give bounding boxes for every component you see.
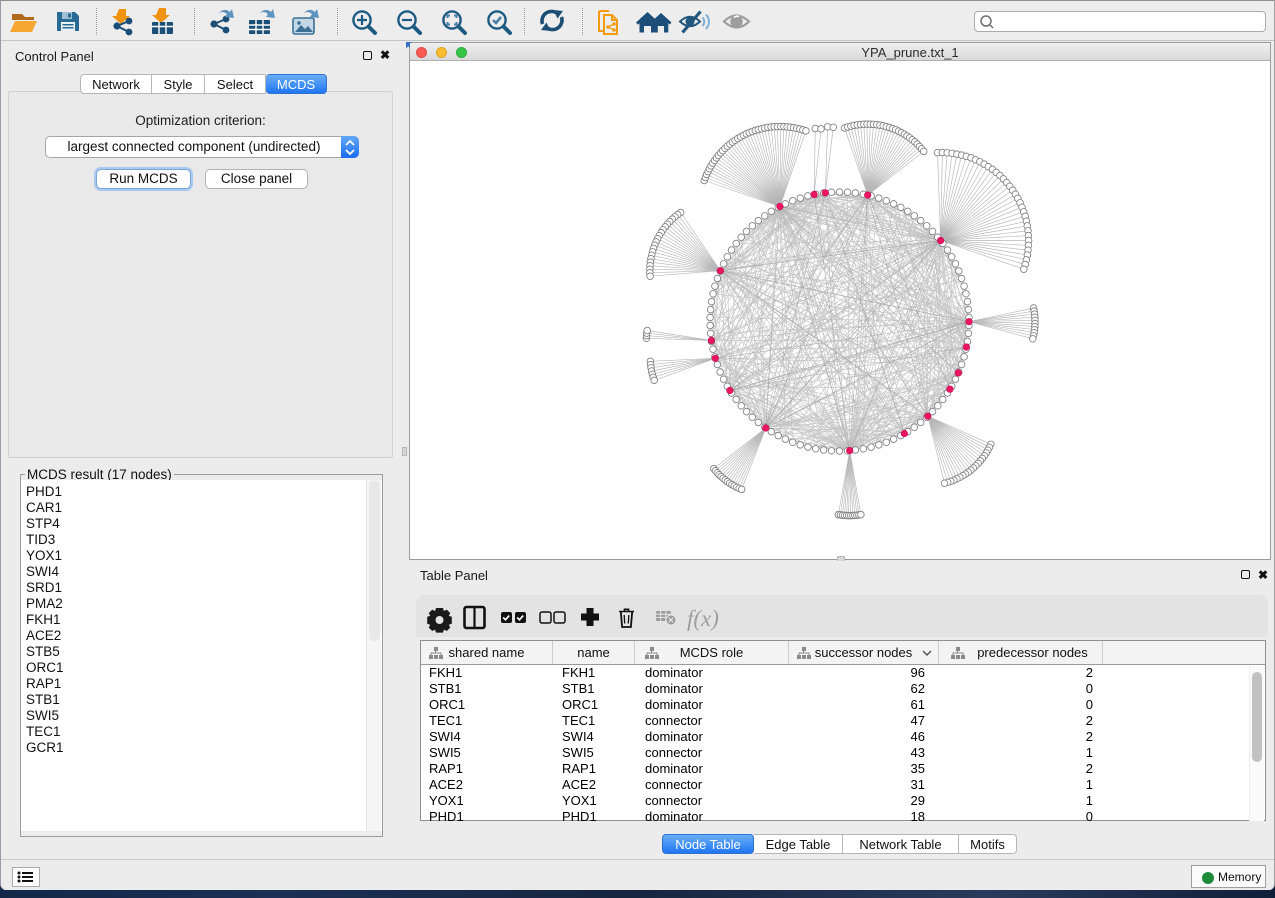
svg-text:f(x): f(x) [687, 606, 719, 631]
